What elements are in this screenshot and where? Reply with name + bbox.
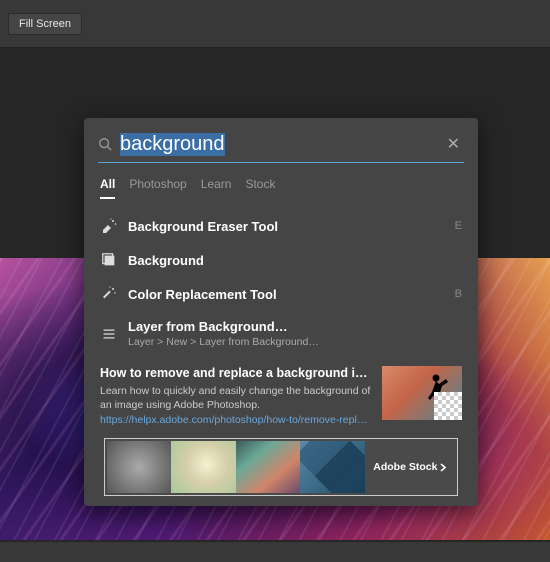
learn-description: Learn how to quickly and easily change t… (100, 384, 372, 412)
wand-sparkle-icon (100, 285, 118, 303)
result-shortcut: E (455, 220, 462, 232)
result-background[interactable]: Background (94, 243, 468, 277)
result-background-eraser[interactable]: Background Eraser Tool E (94, 209, 468, 243)
learn-result[interactable]: How to remove and replace a background i… (94, 356, 468, 438)
result-title: Background Eraser Tool (128, 219, 445, 234)
stock-thumb[interactable] (300, 441, 364, 493)
menu-icon (100, 325, 118, 343)
eraser-sparkle-icon (100, 217, 118, 235)
result-body: Layer from Background… Layer > New > Lay… (128, 319, 462, 348)
tab-photoshop[interactable]: Photoshop (129, 177, 186, 199)
result-title: Color Replacement Tool (128, 287, 445, 302)
fill-screen-button[interactable]: Fill Screen (8, 13, 82, 35)
search-tabs: All Photoshop Learn Stock (100, 177, 462, 199)
tab-learn[interactable]: Learn (201, 177, 232, 199)
stock-label: Adobe Stock (373, 461, 437, 473)
learn-link: https://helpx.adobe.com/photoshop/how-to… (100, 414, 372, 426)
chevron-right-icon (440, 463, 446, 472)
search-panel: ✕ All Photoshop Learn Stock Background E… (84, 118, 478, 506)
results-list: Background Eraser Tool E Background Colo… (94, 209, 468, 496)
layer-icon (100, 251, 118, 269)
stock-thumb[interactable] (236, 441, 300, 493)
search-icon (98, 137, 112, 151)
result-color-replacement[interactable]: Color Replacement Tool B (94, 277, 468, 311)
stock-thumb[interactable] (171, 441, 235, 493)
learn-text: How to remove and replace a background i… (100, 366, 372, 426)
stock-results: Adobe Stock (104, 438, 458, 496)
result-subtitle: Layer > New > Layer from Background… (128, 336, 462, 348)
adobe-stock-link[interactable]: Adobe Stock (365, 441, 455, 493)
canvas-area: ✕ All Photoshop Learn Stock Background E… (0, 48, 550, 562)
learn-thumbnail (382, 366, 462, 420)
search-row: ✕ (98, 132, 464, 163)
result-shortcut: B (455, 288, 462, 300)
person-silhouette-icon (422, 372, 450, 410)
app-toolbar: Fill Screen (0, 0, 550, 48)
search-input[interactable] (120, 133, 443, 156)
result-title: Background (128, 253, 462, 268)
tab-stock[interactable]: Stock (245, 177, 275, 199)
tab-all[interactable]: All (100, 177, 115, 199)
status-bar (0, 542, 550, 562)
stock-thumb[interactable] (107, 441, 171, 493)
close-icon[interactable]: ✕ (443, 132, 464, 156)
result-title: Layer from Background… (128, 319, 462, 334)
result-layer-from-background[interactable]: Layer from Background… Layer > New > Lay… (94, 311, 468, 356)
learn-title: How to remove and replace a background i… (100, 366, 372, 380)
